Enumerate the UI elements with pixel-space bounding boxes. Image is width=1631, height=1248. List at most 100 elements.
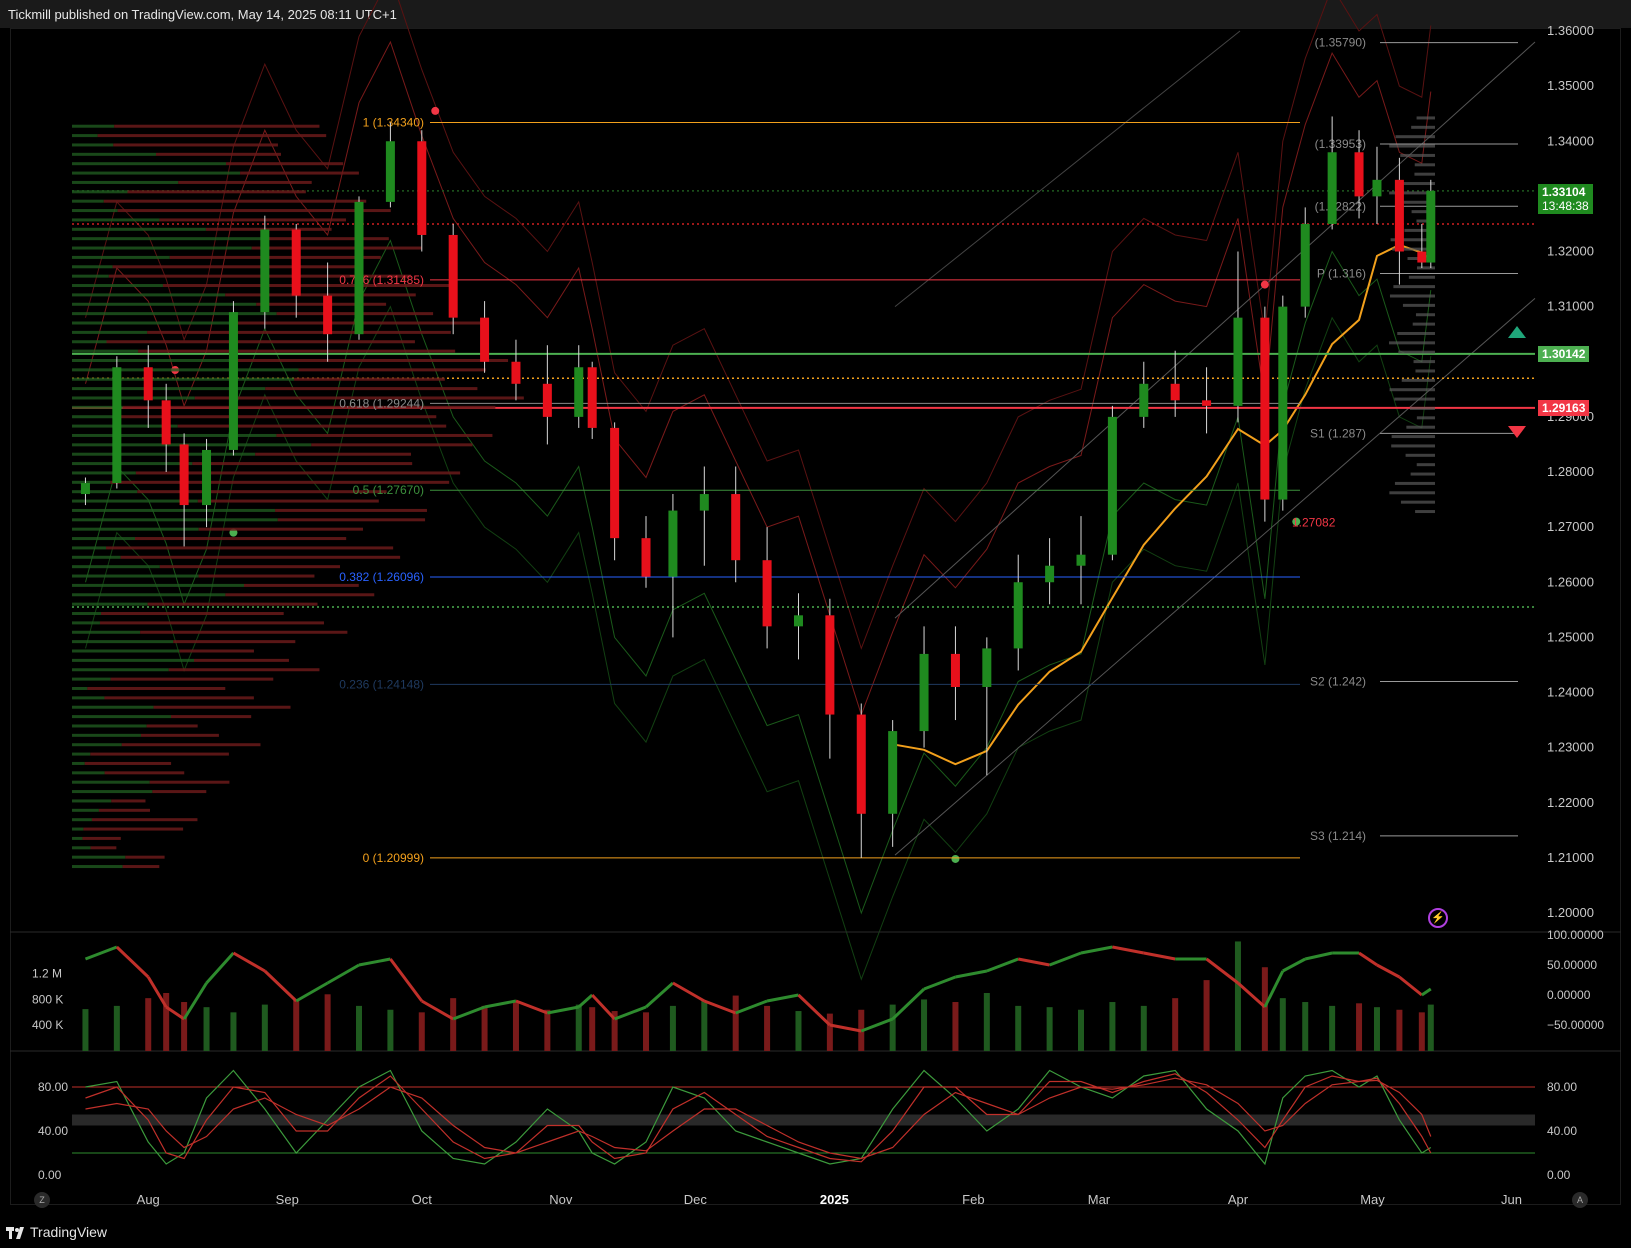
volume-bar — [1015, 1005, 1022, 1051]
candle-body — [323, 295, 333, 335]
session-profile-bar — [1389, 144, 1435, 148]
main-chart[interactable]: 1 (1.34340) 0.786 (1.31485) 0.618 (1.29244… — [0, 0, 1631, 1220]
lightning-icon[interactable]: ⚡ — [1428, 908, 1448, 928]
oscillator-segment — [1112, 945, 1145, 955]
stochastic-tick-right: 80.00 — [1547, 1080, 1577, 1094]
profile-bar-up — [72, 855, 126, 859]
profile-bar-up — [72, 330, 148, 334]
stochastic-tick-left: 0.00 — [38, 1168, 62, 1182]
brand-label: TradingView — [30, 1224, 108, 1240]
time-tick-label: Oct — [412, 1192, 433, 1207]
profile-bar-down — [87, 686, 226, 690]
oscillator-segment — [645, 981, 674, 1009]
session-profile-bar — [1414, 172, 1435, 176]
session-profile-bar — [1400, 500, 1435, 504]
volume-bar — [544, 1009, 551, 1051]
volume-bar — [889, 1004, 896, 1051]
price-tick-label: 1.27000 — [1547, 519, 1594, 534]
candle-body — [1394, 179, 1404, 252]
profile-bar-down — [117, 209, 391, 213]
profile-bar-up — [72, 808, 99, 812]
up-arrow-icon[interactable] — [1508, 326, 1526, 338]
profile-bar-down — [159, 218, 347, 222]
profile-bar-down — [256, 302, 387, 306]
candle-body — [291, 229, 301, 296]
session-profile-bar — [1406, 425, 1435, 429]
session-profile-bar — [1393, 285, 1435, 289]
signal-dot — [1260, 280, 1269, 289]
auto-scale-button[interactable]: A — [1572, 1192, 1588, 1208]
price-tick-label: 1.36000 — [1547, 23, 1594, 38]
fib-level-label: 0.618 (1.29244) — [339, 396, 424, 410]
oscillator-segment — [358, 957, 391, 967]
profile-bar-down — [90, 846, 117, 850]
candle-body — [793, 615, 803, 627]
zoom-reset-button[interactable]: Z — [34, 1192, 50, 1208]
profile-bar-up — [72, 433, 277, 437]
pivot-level-label: P (1.316) — [1317, 267, 1366, 281]
profile-bar-up — [72, 462, 193, 466]
profile-bar-down — [113, 143, 278, 147]
price-tick-label: 1.34000 — [1547, 133, 1594, 148]
profile-bar-up — [72, 565, 160, 569]
oscillator-segment — [829, 1023, 862, 1033]
profile-bar-down — [197, 499, 379, 503]
volume-bar — [1427, 1004, 1434, 1051]
profile-bar-up — [72, 508, 276, 512]
profile-bar-up — [72, 602, 148, 606]
profile-bar-up — [72, 368, 299, 372]
session-profile-bar — [1399, 182, 1435, 186]
volume-tick-label: 400 K — [32, 1018, 63, 1032]
time-tick-label: Jun — [1501, 1192, 1522, 1207]
profile-bar-down — [168, 668, 320, 672]
profile-bar-down — [173, 640, 296, 644]
profile-bar-down — [83, 827, 184, 831]
candle-body — [587, 367, 597, 428]
pivot-level-label: S2 (1.242) — [1310, 674, 1366, 688]
down-arrow-icon[interactable] — [1508, 426, 1526, 438]
candle-body — [982, 648, 992, 687]
oscillator-segment — [766, 993, 799, 1003]
price-tick-label: 1.26000 — [1547, 574, 1594, 589]
candle-body — [143, 367, 153, 401]
profile-bar-up — [72, 143, 114, 147]
volume-bar — [1078, 1009, 1085, 1051]
session-profile-bar — [1397, 331, 1435, 335]
profile-bar-up — [72, 621, 100, 625]
oscillator-segment — [955, 969, 988, 979]
volume-tick-label: 800 K — [32, 992, 63, 1006]
fib-level-label: 0.5 (1.27670) — [353, 483, 424, 497]
time-tick-label: May — [1360, 1192, 1385, 1207]
profile-bar-up — [72, 686, 88, 690]
oscillator-tick-label: 100.00000 — [1547, 928, 1604, 942]
candle-body — [762, 560, 772, 627]
profile-bar-down — [101, 612, 284, 616]
volume-bar — [643, 1012, 650, 1051]
profile-bar-up — [72, 733, 141, 737]
profile-bar-down — [159, 565, 341, 569]
profile-bar-up — [72, 312, 277, 316]
oscillator-segment — [860, 1017, 894, 1033]
volume-bar — [418, 1012, 425, 1051]
profile-bar-up — [72, 612, 102, 616]
session-profile-bar — [1394, 481, 1435, 485]
pivot-level-label: (1.33953) — [1315, 137, 1366, 151]
profile-bar-down — [265, 387, 478, 391]
candle-body — [112, 367, 122, 484]
profile-bar-down — [147, 602, 318, 606]
session-profile-bar — [1415, 510, 1435, 514]
volume-bar — [1140, 1005, 1147, 1051]
volume-bar — [921, 999, 928, 1051]
session-profile-bar — [1394, 397, 1435, 401]
session-profile-bar — [1389, 341, 1435, 345]
profile-bar-up — [72, 265, 113, 269]
stochastic-pane: 80.00 80.00 40.00 40.00 0.00 0.00 — [38, 1069, 1577, 1182]
profile-bar-up — [72, 293, 226, 297]
volume-bar — [324, 994, 331, 1051]
price-tick-label: 1.22000 — [1547, 795, 1594, 810]
session-profile-bar — [1413, 360, 1435, 364]
profile-bar-down — [147, 330, 451, 334]
candle-body — [731, 494, 741, 561]
profile-bar-up — [72, 865, 123, 869]
candle-body — [888, 731, 898, 814]
